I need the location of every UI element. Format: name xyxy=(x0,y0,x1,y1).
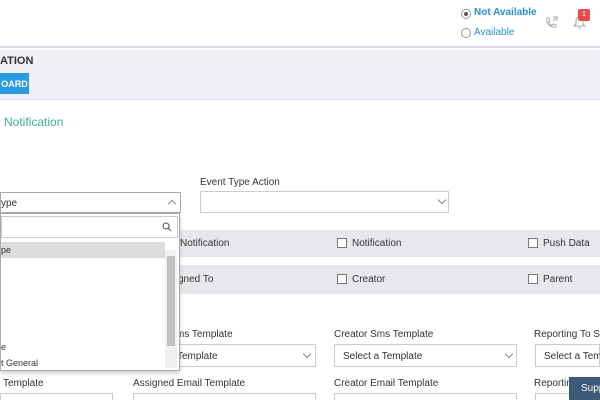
scrollbar-thumb[interactable] xyxy=(167,256,175,346)
notification-badge: 1 xyxy=(578,9,590,21)
notification-checkbox[interactable] xyxy=(337,238,347,248)
push-data-checkbox[interactable] xyxy=(528,238,538,248)
section-header-title: ATION xyxy=(0,55,34,67)
event-type-action-label: Event Type Action xyxy=(200,177,280,188)
event-type-dropdown: pe e t General xyxy=(0,213,180,371)
creator-sms-template-select[interactable]: Select a Template xyxy=(334,344,517,367)
dropdown-search-input[interactable] xyxy=(1,216,178,238)
assigned-email-template-select[interactable] xyxy=(133,393,316,400)
available-radio[interactable] xyxy=(461,28,471,38)
top-bar: Not Available Available 1 xyxy=(0,0,600,48)
checkbox-label: Parent xyxy=(543,274,573,285)
not-available-radio[interactable] xyxy=(461,9,471,19)
chevron-down-icon xyxy=(504,349,514,359)
event-type-select[interactable]: ype xyxy=(0,192,181,213)
checkbox-label: Notification xyxy=(352,238,402,249)
search-icon xyxy=(162,222,172,232)
reporting-to-sms-template-label: Reporting To Sr xyxy=(534,329,600,340)
email-template-label: Template xyxy=(3,378,44,389)
creator-email-template-label: Creator Email Template xyxy=(334,378,439,389)
dropdown-scrollbar[interactable] xyxy=(165,250,177,368)
chevron-down-icon xyxy=(302,349,312,359)
chevron-up-icon xyxy=(167,199,177,209)
select-value: Select a Template xyxy=(343,351,423,362)
event-type-action-select[interactable] xyxy=(200,191,449,213)
support-button[interactable]: Supp xyxy=(569,377,600,400)
creator-email-template-select[interactable] xyxy=(334,393,517,400)
select-value: Template xyxy=(177,351,218,362)
reporting-to-sms-template-select[interactable]: Select a Temp xyxy=(535,344,600,367)
parent-checkbox[interactable] xyxy=(528,274,538,284)
dropdown-option[interactable]: pe xyxy=(1,242,165,258)
page-title: Notification xyxy=(4,115,64,129)
creator-sms-template-label: Creator Sms Template xyxy=(334,329,434,340)
select-value: Select a Temp xyxy=(544,351,600,362)
dropdown-option[interactable]: e xyxy=(1,339,165,355)
checkbox-label: gned To xyxy=(178,274,214,285)
reporting-to-email-template-label: Reportin xyxy=(534,378,572,389)
checkbox-label: Notification xyxy=(180,238,230,249)
sms-template-label: ms Template xyxy=(176,329,233,340)
dashboard-button[interactable]: OARD xyxy=(0,73,29,94)
creator-checkbox[interactable] xyxy=(337,274,347,284)
chevron-down-icon xyxy=(437,195,447,205)
section-header-bar: ATION OARD xyxy=(0,50,600,100)
available-label[interactable]: Available xyxy=(474,27,514,38)
dropdown-option[interactable]: t General xyxy=(1,355,165,370)
phone-transfer-icon[interactable] xyxy=(544,16,558,30)
event-type-value: ype xyxy=(1,198,18,209)
not-available-label[interactable]: Not Available xyxy=(474,7,537,18)
assigned-email-template-label: Assigned Email Template xyxy=(133,378,246,389)
sms-template-select[interactable]: Template xyxy=(170,344,316,367)
checkbox-label: Creator xyxy=(352,274,386,285)
email-template-select[interactable] xyxy=(0,393,113,400)
checkbox-label: Push Data xyxy=(543,238,590,249)
